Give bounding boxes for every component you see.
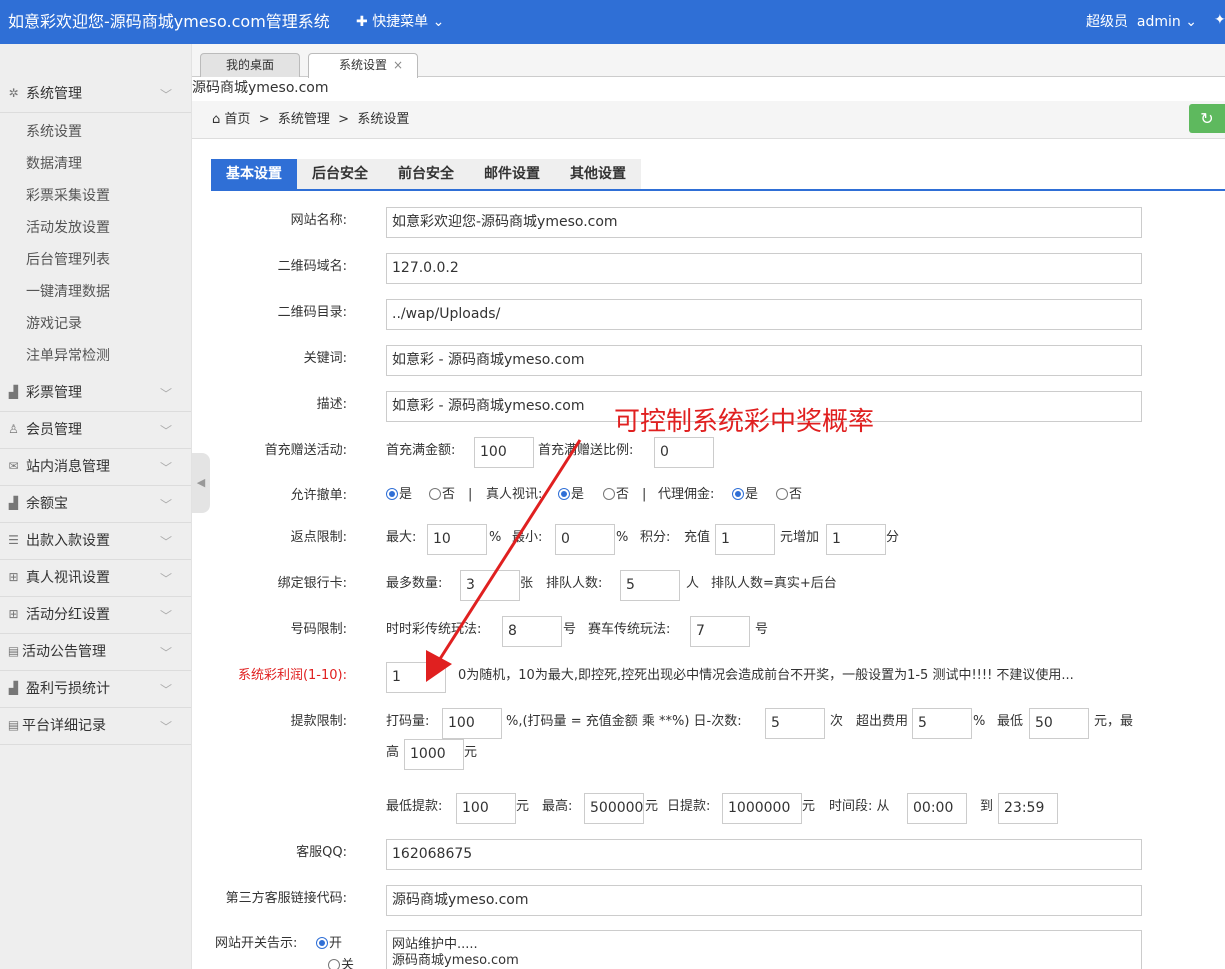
annotation-arrow — [426, 439, 582, 682]
